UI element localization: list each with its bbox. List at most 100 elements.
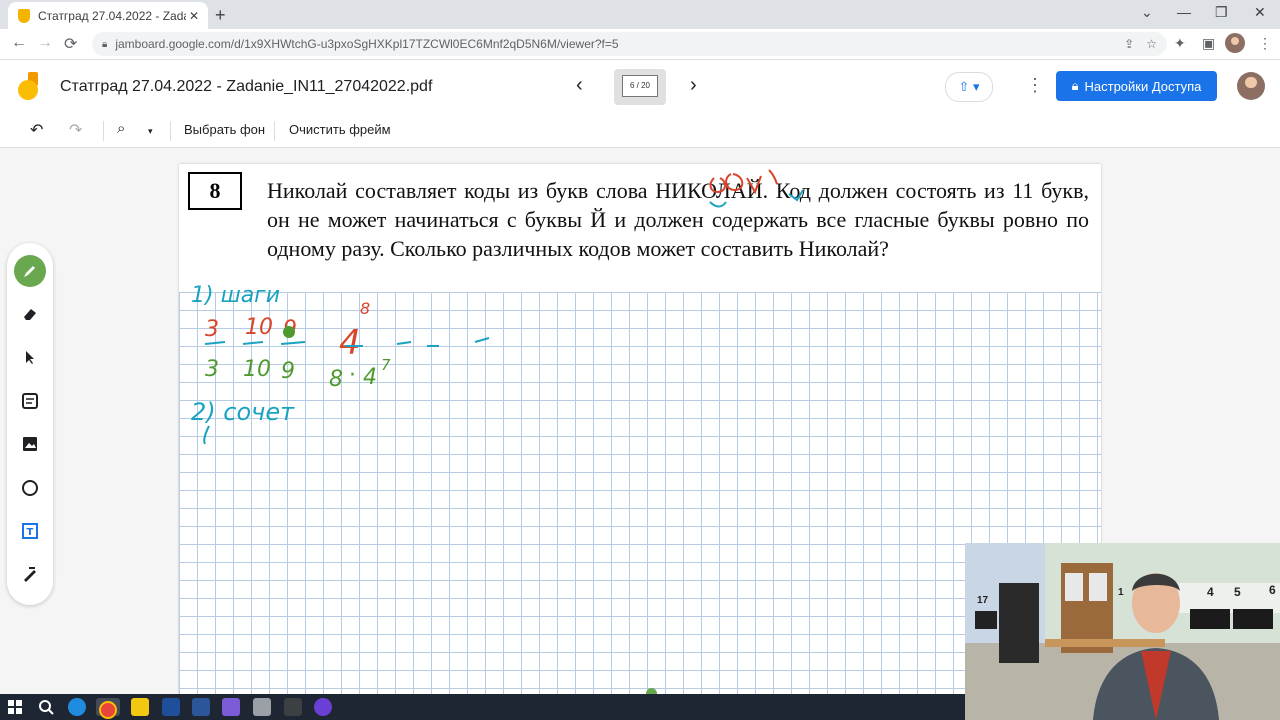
bookmark-star-icon[interactable]: ☆ (1146, 37, 1157, 51)
svg-text:T: T (27, 527, 34, 538)
select-tool-button[interactable] (16, 343, 44, 371)
browser-tab[interactable]: Статград 27.04.2022 - Zadanie_IN ✕ (8, 2, 208, 29)
green-multiply-dot: · (349, 363, 356, 388)
green-digit: 8 (329, 367, 343, 392)
obs-icon[interactable] (314, 698, 332, 716)
browser-tab-strip: Статград 27.04.2022 - Zadanie_IN ✕ + ⌄ —… (0, 0, 1280, 29)
jamboard-logo-icon[interactable] (18, 72, 42, 102)
toolbar-divider (274, 121, 275, 141)
extensions-puzzle-icon[interactable]: ✦ (1174, 35, 1186, 52)
zoom-icon[interactable]: ⌕ (117, 120, 125, 137)
window-close-button[interactable]: ✕ (1254, 4, 1266, 21)
redo-icon[interactable]: ↷ (69, 120, 82, 140)
pen-icon (24, 266, 35, 277)
side-panel-icon[interactable]: ▣ (1202, 35, 1215, 52)
calculator-icon[interactable] (253, 698, 271, 716)
eraser-tool-button[interactable] (16, 300, 44, 328)
image-tool-button[interactable] (16, 430, 44, 458)
zoom-dropdown-icon[interactable]: ▾ (148, 126, 153, 137)
next-frame-chevron-icon[interactable]: › (690, 74, 697, 97)
pen-tool-app-icon[interactable] (284, 698, 302, 716)
more-options-icon[interactable]: ⋮ (1026, 75, 1044, 96)
green-digit: 10 (243, 357, 271, 382)
frame-bar-button[interactable]: 6 / 20 (614, 69, 666, 105)
browser-toolbar: ← → ⟳ 🔒︎ jamboard.google.com/d/1x9XHWtch… (0, 29, 1280, 60)
toolbar-divider (170, 121, 171, 141)
lock-icon: 🔒︎ (102, 38, 108, 50)
webcam-overlay: 17 1 4 5 6 (965, 543, 1280, 720)
forward-arrow-icon[interactable]: → (37, 34, 53, 52)
jam-canvas[interactable]: 8 Николай составляет коды из букв слова … (179, 164, 1101, 694)
chrome-active-slot[interactable] (96, 698, 120, 719)
green-digit: 4 (363, 365, 377, 390)
chrome-icon (99, 701, 117, 719)
windows-start-icon[interactable] (6, 698, 24, 716)
room-label: 1 (1118, 587, 1124, 598)
annotation-line1: 1) шаги (191, 283, 280, 308)
circle-icon (22, 480, 38, 496)
select-arrow-icon (26, 351, 34, 364)
sticky-note-tool-button[interactable] (16, 387, 44, 415)
address-bar[interactable]: 🔒︎ jamboard.google.com/d/1x9XHWtchG-u3px… (92, 32, 1167, 56)
browser-profile-avatar[interactable] (1225, 33, 1245, 53)
export-upload-button[interactable]: ⇧ ▾ (945, 72, 993, 102)
red-digit: 10 (245, 315, 273, 340)
teal-scribble-mark (788, 189, 804, 202)
pen-app-icon[interactable] (222, 698, 240, 716)
back-arrow-icon[interactable]: ← (11, 34, 27, 52)
url-text: jamboard.google.com/d/1x9XHWtchG-u3pxoSg… (115, 37, 619, 51)
tab-close-icon[interactable]: ✕ (186, 9, 202, 23)
teal-scribble-mark (709, 201, 727, 208)
room-label: 4 (1207, 585, 1214, 599)
shape-tool-button[interactable] (16, 474, 44, 502)
edge-icon[interactable] (68, 698, 86, 716)
green-digit: 3 (205, 357, 219, 382)
new-tab-button[interactable]: + (215, 5, 226, 26)
edit-toolbar: ↶ ↷ ⌕ ▾ Выбрать фон Очистить фрейм (0, 115, 1280, 148)
set-background-button[interactable]: Выбрать фон (184, 122, 265, 137)
browser-menu-icon[interactable]: ⋮ (1258, 35, 1272, 52)
search-icon[interactable] (37, 698, 55, 716)
laser-tool-button[interactable] (16, 560, 44, 588)
undo-icon[interactable]: ↶ (30, 120, 43, 140)
app-icon[interactable] (162, 698, 180, 716)
room-label: 5 (1234, 585, 1241, 599)
minimize-button[interactable]: — (1177, 4, 1191, 20)
reload-icon[interactable]: ⟳ (64, 34, 77, 54)
tab-title: Статград 27.04.2022 - Zadanie_IN (38, 8, 186, 23)
clear-frame-button[interactable]: Очистить фрейм (289, 122, 391, 137)
toolbar-divider (103, 121, 104, 141)
file-explorer-icon[interactable] (131, 698, 149, 716)
red-digit: 3 (205, 317, 219, 342)
red-scribble-mark (709, 169, 778, 195)
user-avatar[interactable] (1237, 72, 1265, 100)
handwritten-annotations: 1) шаги 3 10 9 4 8 3 10 9 8 · 4 7 2) соч… (191, 169, 804, 445)
image-icon (23, 437, 37, 451)
webcam-video (965, 543, 1280, 720)
green-exponent: 7 (381, 356, 391, 374)
laser-icon (24, 567, 36, 582)
sharing-settings-button[interactable]: 🔒︎ Настройки Доступа (1056, 71, 1217, 101)
jamboard-favicon-icon (18, 8, 30, 23)
tool-rail: T (7, 243, 53, 605)
word-icon[interactable] (192, 698, 210, 716)
share-page-icon[interactable]: ⇪ (1124, 37, 1134, 51)
jamboard-header: Статград 27.04.2022 - Zadanie_IN11_27042… (0, 60, 1280, 115)
eraser-icon (24, 309, 36, 320)
red-exponent: 8 (360, 299, 370, 318)
previous-frame-chevron-icon[interactable]: ‹ (576, 74, 583, 97)
sticky-note-icon (22, 393, 38, 409)
jam-title[interactable]: Статград 27.04.2022 - Zadanie_IN11_27042… (60, 78, 432, 96)
maximize-button[interactable]: ❐ (1215, 4, 1228, 21)
room-label: 6 (1269, 583, 1276, 597)
tab-search-icon[interactable]: ⌄ (1141, 4, 1153, 21)
text-box-icon: T (22, 523, 38, 539)
sharing-settings-label: Настройки Доступа (1084, 78, 1202, 94)
annotation-line4: 2) сочет (191, 398, 295, 426)
teal-scribble-mark (203, 425, 210, 445)
text-box-tool-button[interactable]: T (16, 517, 44, 545)
pen-cursor-dot (283, 326, 295, 338)
red-digit: 4 (339, 323, 361, 363)
lock-icon: 🔒︎ (1071, 78, 1079, 93)
pen-tool-button[interactable] (14, 255, 46, 287)
